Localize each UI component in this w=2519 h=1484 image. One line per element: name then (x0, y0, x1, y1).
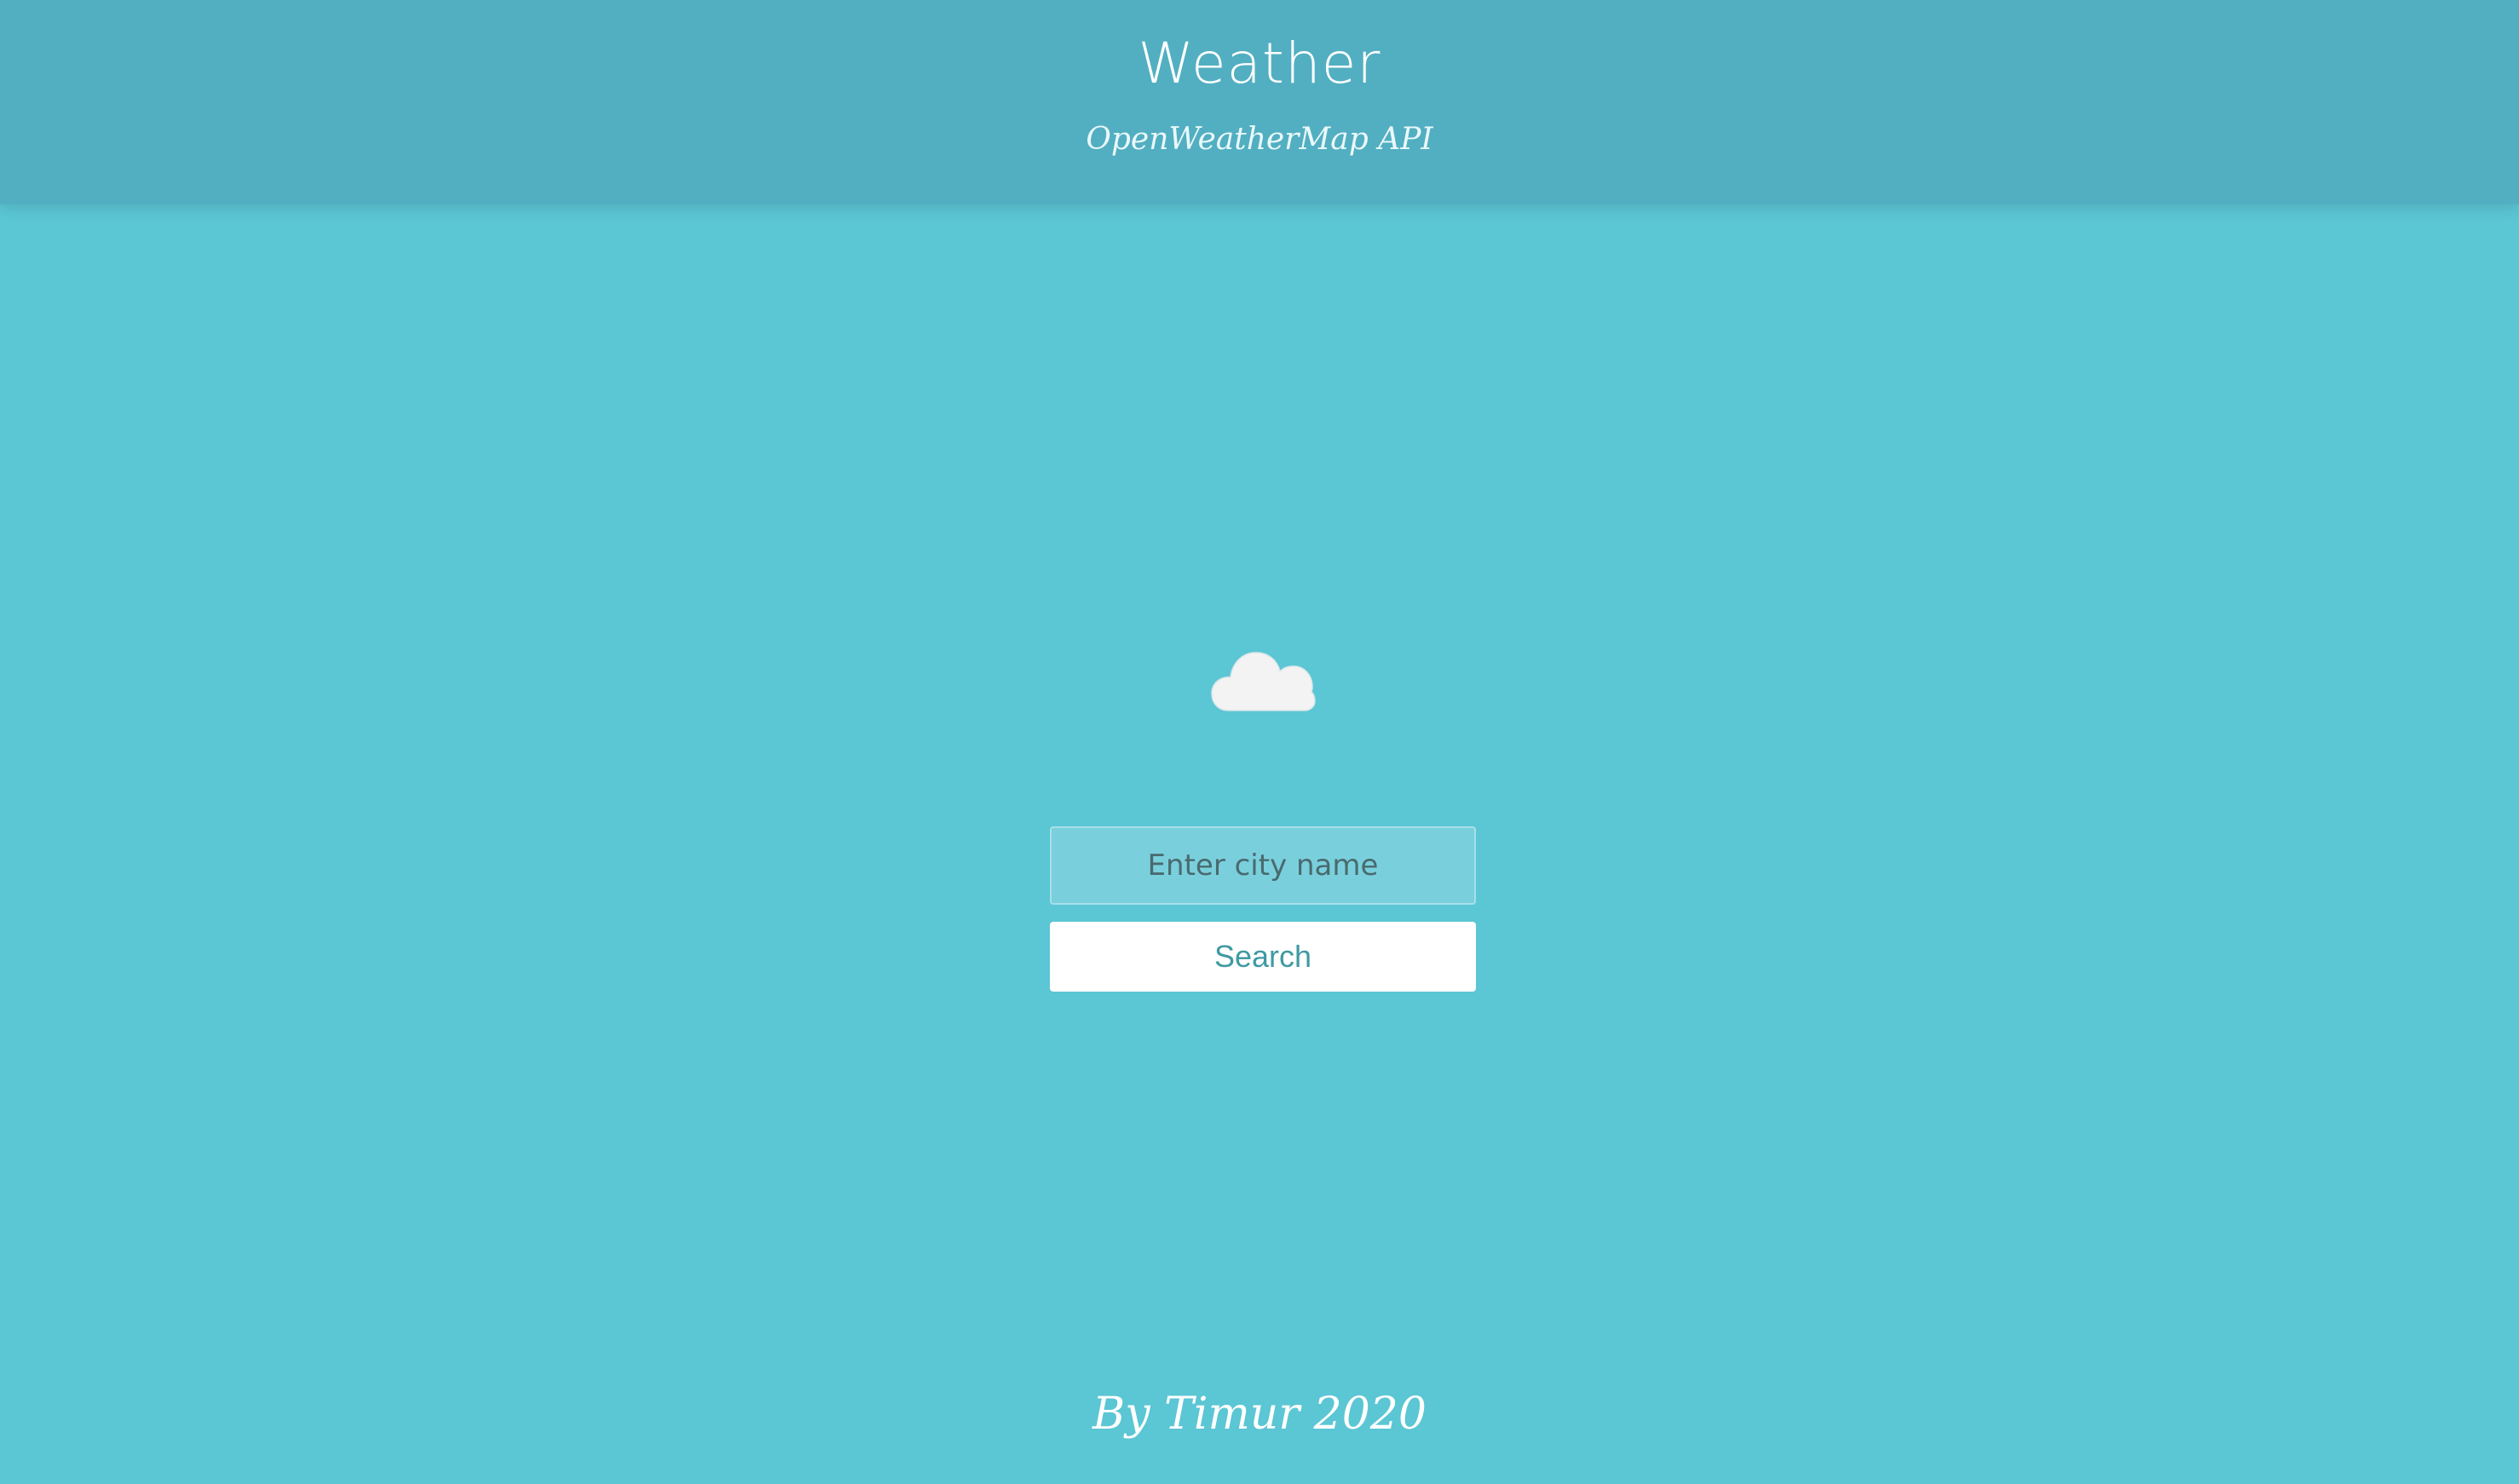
search-button[interactable]: Search (1050, 922, 1476, 992)
cloud-icon (1211, 652, 1316, 711)
footer-credit: By Timur 2020 (1092, 1389, 1427, 1440)
city-search-input[interactable] (1050, 826, 1476, 905)
app-title: Weather (1138, 31, 1381, 96)
app-subtitle: OpenWeatherMap API (1086, 122, 1433, 157)
app-header: Weather OpenWeatherMap API (0, 0, 2519, 204)
